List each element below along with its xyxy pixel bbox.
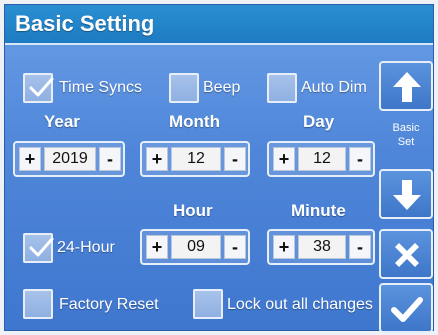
check-icon xyxy=(391,297,423,322)
title-bar: Basic Setting xyxy=(5,5,433,45)
minute-spinner: + 38 - xyxy=(267,229,375,265)
side-controls: Basic Set xyxy=(379,51,433,333)
page-title: Basic Setting xyxy=(15,11,155,36)
arrow-down-icon xyxy=(393,180,421,210)
year-spinner: + 2019 - xyxy=(13,141,125,177)
auto-dim-label: Auto Dim xyxy=(301,79,367,96)
minute-label: Minute xyxy=(291,201,346,220)
auto-dim-checkbox[interactable] xyxy=(267,73,297,103)
settings-panel: Basic Setting Time Syncs Beep Auto Dim Y… xyxy=(4,4,434,333)
factory-reset-label: Factory Reset xyxy=(59,296,159,313)
check-icon xyxy=(29,77,54,97)
factory-reset-checkbox[interactable] xyxy=(23,289,53,319)
year-value: 2019 xyxy=(44,147,96,171)
year-label: Year xyxy=(44,112,80,131)
basic-set-label-line2: Set xyxy=(397,136,415,148)
down-button[interactable] xyxy=(379,169,433,219)
beep-label: Beep xyxy=(203,79,241,96)
up-button[interactable] xyxy=(379,61,433,111)
hour24-label: 24-Hour xyxy=(57,239,115,256)
time-syncs-label: Time Syncs xyxy=(59,79,142,96)
time-syncs-checkbox[interactable] xyxy=(23,73,54,103)
year-minus-button[interactable]: - xyxy=(99,147,121,171)
day-plus-button[interactable]: + xyxy=(273,147,295,171)
day-minus-button[interactable]: - xyxy=(349,147,371,171)
month-spinner: + 12 - xyxy=(140,141,250,177)
minute-minus-button[interactable]: - xyxy=(349,235,371,259)
year-plus-button[interactable]: + xyxy=(19,147,41,171)
screen-frame: Basic Setting Time Syncs Beep Auto Dim Y… xyxy=(0,0,438,335)
hour-label: Hour xyxy=(173,201,213,220)
day-spinner: + 12 - xyxy=(267,141,375,177)
lock-out-checkbox[interactable] xyxy=(193,289,223,319)
beep-checkbox[interactable] xyxy=(169,73,199,103)
hour-plus-button[interactable]: + xyxy=(146,235,168,259)
hour-value: 09 xyxy=(171,235,221,259)
month-value: 12 xyxy=(171,147,221,171)
lock-out-label: Lock out all changes xyxy=(227,296,373,313)
hour-spinner: + 09 - xyxy=(140,229,250,265)
day-value: 12 xyxy=(298,147,346,171)
minute-plus-button[interactable]: + xyxy=(273,235,295,259)
month-label: Month xyxy=(169,112,220,131)
hour-minus-button[interactable]: - xyxy=(224,235,246,259)
confirm-button[interactable] xyxy=(379,283,433,333)
basic-set-label-line1: Basic xyxy=(392,122,420,134)
minute-value: 38 xyxy=(298,235,346,259)
arrow-up-icon xyxy=(393,72,421,102)
check-icon xyxy=(29,237,54,257)
cancel-button[interactable] xyxy=(379,229,433,279)
month-plus-button[interactable]: + xyxy=(146,147,168,171)
day-label: Day xyxy=(303,112,335,131)
month-minus-button[interactable]: - xyxy=(224,147,246,171)
hour24-checkbox[interactable] xyxy=(23,233,54,263)
x-icon xyxy=(395,243,419,267)
